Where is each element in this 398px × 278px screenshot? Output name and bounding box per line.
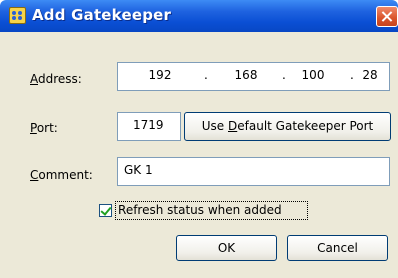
use-default-port-button[interactable]: Use Default Gatekeeper Port: [184, 112, 391, 141]
ip-octet-3[interactable]: 100: [293, 68, 333, 82]
comment-label: Comment:: [30, 168, 93, 182]
port-input[interactable]: 1719: [117, 112, 181, 141]
address-ip-input[interactable]: 192 . 168 . 100 . 28: [117, 62, 390, 91]
dialog-title: Add Gatekeeper: [32, 6, 172, 24]
add-gatekeeper-dialog: Add Gatekeeper Address: 192 . 168 . 100 …: [0, 0, 398, 278]
refresh-status-checkbox[interactable]: [99, 204, 112, 217]
comment-input[interactable]: GK 1: [117, 157, 390, 186]
title-bar[interactable]: Add Gatekeeper: [0, 0, 398, 32]
port-label: Port:: [30, 121, 58, 135]
port-value: 1719: [133, 118, 164, 132]
dialog-body: Address: 192 . 168 . 100 . 28 Port: 1719…: [0, 32, 398, 278]
ip-separator: .: [204, 68, 208, 82]
ip-octet-2[interactable]: 168: [226, 68, 266, 82]
cancel-button[interactable]: Cancel: [287, 235, 388, 261]
ip-separator: .: [282, 68, 286, 82]
close-button[interactable]: [376, 6, 398, 27]
comment-value: GK 1: [124, 163, 153, 177]
ip-octet-1[interactable]: 192: [140, 68, 180, 82]
ok-button[interactable]: OK: [176, 235, 277, 261]
gatekeeper-app-icon: [9, 7, 26, 24]
refresh-status-label[interactable]: Refresh status when added: [118, 203, 282, 217]
address-label: Address:: [30, 72, 82, 86]
ip-octet-4[interactable]: 28: [350, 68, 390, 82]
